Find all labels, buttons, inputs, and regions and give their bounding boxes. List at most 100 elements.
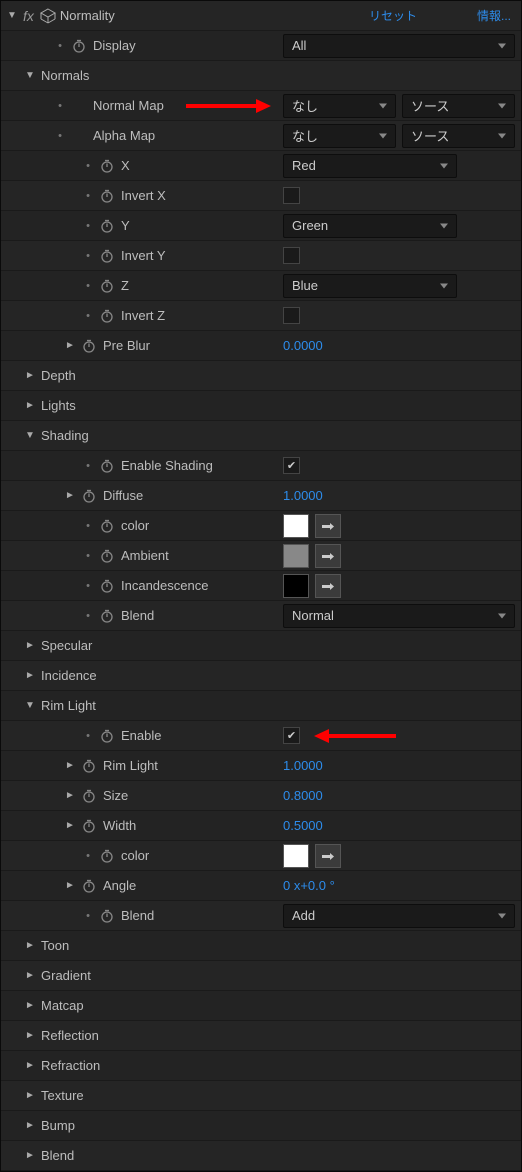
normal-map-source-dropdown[interactable]: ソース [402, 94, 515, 118]
stopwatch-icon[interactable] [99, 218, 115, 234]
eyedropper-icon[interactable] [315, 844, 341, 868]
twirl-icon[interactable] [63, 879, 77, 893]
stopwatch-icon[interactable] [99, 848, 115, 864]
stopwatch-icon[interactable] [99, 908, 115, 924]
info-link[interactable]: 情報... [477, 7, 511, 24]
twirl-icon[interactable] [23, 429, 37, 443]
twirl-icon[interactable] [63, 759, 77, 773]
row-shading[interactable]: Shading [1, 421, 521, 451]
stopwatch-icon[interactable] [99, 248, 115, 264]
x-dropdown[interactable]: Red [283, 154, 457, 178]
reset-link[interactable]: リセット [369, 7, 417, 24]
stopwatch-icon[interactable] [71, 38, 87, 54]
row-texture[interactable]: Texture [1, 1081, 521, 1111]
rim-width-val[interactable]: 0.5000 [283, 818, 323, 833]
stopwatch-icon[interactable] [81, 338, 97, 354]
twirl-icon[interactable] [63, 819, 77, 833]
color-swatch[interactable] [283, 844, 309, 868]
twirl-icon[interactable] [23, 939, 37, 953]
bullet-icon [53, 100, 67, 112]
twirl-icon[interactable] [23, 699, 37, 713]
stopwatch-icon[interactable] [99, 518, 115, 534]
stopwatch-icon[interactable] [99, 728, 115, 744]
diffuse-value[interactable]: 1.0000 [283, 488, 323, 503]
twirl-icon[interactable] [23, 399, 37, 413]
eyedropper-icon[interactable] [315, 514, 341, 538]
row-normals[interactable]: Normals [1, 61, 521, 91]
invert-y-checkbox[interactable] [283, 247, 300, 264]
invert-x-checkbox[interactable] [283, 187, 300, 204]
rim-angle-val[interactable]: 0 x+0.0 ° [283, 878, 335, 893]
stopwatch-icon[interactable] [99, 578, 115, 594]
twirl-icon[interactable] [23, 669, 37, 683]
stopwatch-icon[interactable] [81, 758, 97, 774]
twirl-icon[interactable] [23, 1059, 37, 1073]
stopwatch-icon[interactable] [99, 608, 115, 624]
twirl-icon[interactable] [23, 1149, 37, 1163]
color-swatch[interactable] [283, 544, 309, 568]
bullet-icon [81, 280, 95, 292]
twirl-icon[interactable] [23, 1119, 37, 1133]
stopwatch-icon[interactable] [99, 188, 115, 204]
rim-light-val[interactable]: 1.0000 [283, 758, 323, 773]
twirl-icon[interactable] [23, 999, 37, 1013]
row-depth[interactable]: Depth [1, 361, 521, 391]
row-refraction[interactable]: Refraction [1, 1051, 521, 1081]
z-dropdown[interactable]: Blue [283, 274, 457, 298]
rim-enable-checkbox[interactable] [283, 727, 300, 744]
row-toon[interactable]: Toon [1, 931, 521, 961]
twirl-icon[interactable] [23, 969, 37, 983]
row-reflection[interactable]: Reflection [1, 1021, 521, 1051]
bullet-icon [81, 730, 95, 742]
stopwatch-icon[interactable] [81, 788, 97, 804]
row-incidence[interactable]: Incidence [1, 661, 521, 691]
eyedropper-icon[interactable] [315, 574, 341, 598]
invert-z-checkbox[interactable] [283, 307, 300, 324]
twirl-icon[interactable] [23, 69, 37, 83]
twirl-icon[interactable] [63, 489, 77, 503]
color-swatch[interactable] [283, 514, 309, 538]
twirl-icon[interactable] [63, 789, 77, 803]
twirl-icon[interactable] [23, 369, 37, 383]
rim-width-label: Width [103, 818, 136, 833]
row-blend[interactable]: Blend [1, 1141, 521, 1171]
display-dropdown[interactable]: All [283, 34, 515, 58]
matcap-label: Matcap [41, 998, 84, 1013]
shading-blend-dropdown[interactable]: Normal [283, 604, 515, 628]
row-shading-blend: Blend Normal [1, 601, 521, 631]
ambient-label: Ambient [121, 548, 169, 563]
preblur-value[interactable]: 0.0000 [283, 338, 323, 353]
row-bump[interactable]: Bump [1, 1111, 521, 1141]
row-lights[interactable]: Lights [1, 391, 521, 421]
y-dropdown[interactable]: Green [283, 214, 457, 238]
alpha-map-dropdown[interactable]: なし [283, 124, 396, 148]
row-matcap[interactable]: Matcap [1, 991, 521, 1021]
color-swatch[interactable] [283, 574, 309, 598]
row-rimlight[interactable]: Rim Light [1, 691, 521, 721]
rim-blend-dropdown[interactable]: Add [283, 904, 515, 928]
stopwatch-icon[interactable] [81, 878, 97, 894]
twirl-icon[interactable] [5, 9, 19, 23]
stopwatch-icon[interactable] [81, 488, 97, 504]
stopwatch-icon[interactable] [99, 158, 115, 174]
stopwatch-icon[interactable] [99, 548, 115, 564]
enable-shading-checkbox[interactable] [283, 457, 300, 474]
twirl-icon[interactable] [23, 639, 37, 653]
row-gradient[interactable]: Gradient [1, 961, 521, 991]
stopwatch-icon[interactable] [81, 818, 97, 834]
stopwatch-icon[interactable] [99, 458, 115, 474]
effect-header[interactable]: fx Normality リセット 情報... [1, 1, 521, 31]
stopwatch-icon[interactable] [99, 278, 115, 294]
eyedropper-icon[interactable] [315, 544, 341, 568]
rim-size-val[interactable]: 0.8000 [283, 788, 323, 803]
twirl-icon[interactable] [23, 1089, 37, 1103]
twirl-icon[interactable] [63, 339, 77, 353]
refraction-label: Refraction [41, 1058, 100, 1073]
stopwatch-icon[interactable] [99, 308, 115, 324]
twirl-icon[interactable] [23, 1029, 37, 1043]
bump-label: Bump [41, 1118, 75, 1133]
normal-map-dropdown[interactable]: なし [283, 94, 396, 118]
row-specular[interactable]: Specular [1, 631, 521, 661]
bullet-icon [81, 460, 95, 472]
alpha-map-source-dropdown[interactable]: ソース [402, 124, 515, 148]
